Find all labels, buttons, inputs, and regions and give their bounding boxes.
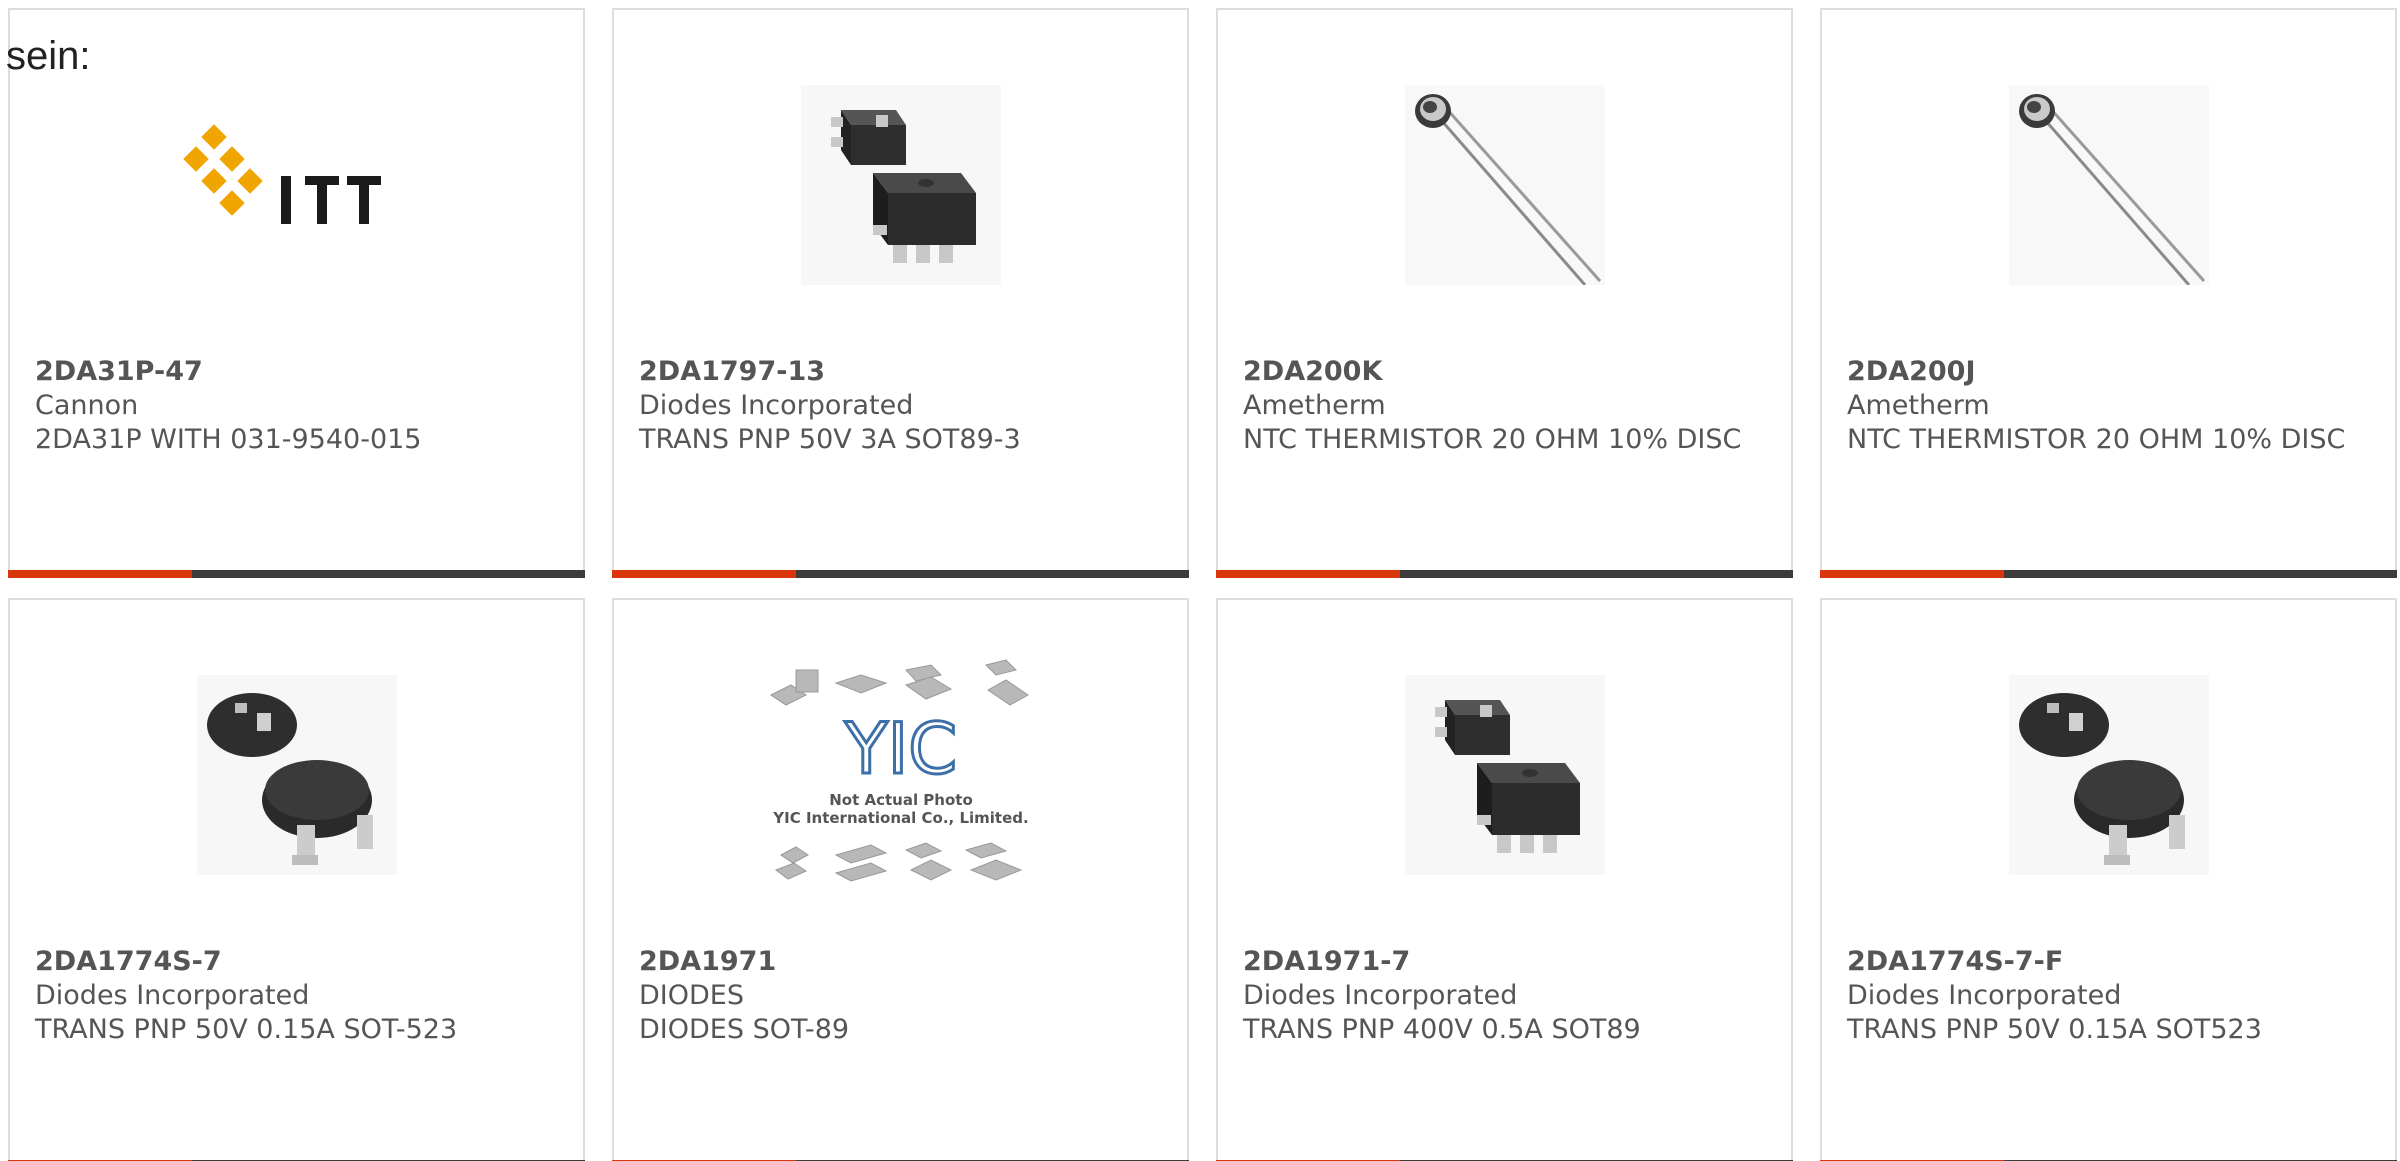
product-card[interactable]: 2DA1797-13 Diodes Incorporated TRANS PNP… [612,8,1189,578]
product-grid: 2DA31P-47 Cannon 2DA31P WITH 031-9540-01… [0,0,2400,1161]
product-image-itt-logo [10,75,583,295]
product-manufacturer: DIODES [639,980,744,1011]
product-description: TRANS PNP 400V 0.5A SOT89 [1243,1014,1641,1045]
product-manufacturer: Diodes Incorporated [35,980,310,1011]
product-card[interactable]: 2DA31P-47 Cannon 2DA31P WITH 031-9540-01… [8,8,585,578]
page-prefix-text: sein: [6,34,91,78]
sot523-package-icon [196,675,397,875]
product-image-sot523 [1822,665,2395,885]
thermistor-icon [2008,85,2209,285]
product-description: TRANS PNP 50V 0.15A SOT-523 [35,1014,458,1045]
product-info: 2DA200K Ametherm NTC THERMISTOR 20 OHM 1… [1243,355,1771,457]
product-description: NTC THERMISTOR 20 OHM 10% DISC [1243,424,1742,455]
product-description: TRANS PNP 50V 0.15A SOT523 [1847,1014,2262,1045]
card-accent-bar [8,570,585,578]
product-info: 2DA1971-7 Diodes Incorporated TRANS PNP … [1243,945,1771,1047]
product-info: 2DA1971 DIODES DIODES SOT-89 [639,945,1167,1047]
placeholder-line-2: YIC International Co., Limited. [772,809,1028,827]
product-description: DIODES SOT-89 [639,1014,850,1045]
product-manufacturer: Cannon [35,390,139,421]
product-info: 2DA1774S-7 Diodes Incorporated TRANS PNP… [35,945,563,1047]
product-image-thermistor [1218,75,1791,295]
product-card[interactable]: 2DA200J Ametherm NTC THERMISTOR 20 OHM 1… [1820,8,2397,578]
card-accent-bar [612,570,1189,578]
product-info: 2DA1774S-7-F Diodes Incorporated TRANS P… [1847,945,2375,1047]
itt-logo-icon [182,124,381,224]
product-info: 2DA1797-13 Diodes Incorporated TRANS PNP… [639,355,1167,457]
product-part-number[interactable]: 2DA200J [1847,355,2375,389]
product-part-number[interactable]: 2DA1774S-7 [35,945,563,979]
product-manufacturer: Diodes Incorporated [1847,980,2122,1011]
card-accent-bar [1216,570,1793,578]
product-part-number[interactable]: 2DA1774S-7-F [1847,945,2375,979]
product-card[interactable]: 2DA1774S-7 Diodes Incorporated TRANS PNP… [8,598,585,1161]
sot89-package-icon [1404,675,1605,875]
product-card[interactable]: YIC Not Actual Photo YIC International C… [612,598,1189,1161]
product-card[interactable]: 2DA200K Ametherm NTC THERMISTOR 20 OHM 1… [1216,8,1793,578]
product-part-number[interactable]: 2DA1971 [639,945,1167,979]
product-part-number[interactable]: 2DA1971-7 [1243,945,1771,979]
product-manufacturer: Diodes Incorporated [1243,980,1518,1011]
product-card[interactable]: 2DA1971-7 Diodes Incorporated TRANS PNP … [1216,598,1793,1161]
sot523-package-icon [2008,675,2209,875]
product-manufacturer: Ametherm [1847,390,1990,421]
product-part-number[interactable]: 2DA200K [1243,355,1771,389]
yic-logo-text: YIC [843,708,956,790]
sot89-package-icon [800,85,1001,285]
placeholder-line-1: Not Actual Photo [829,791,973,809]
thermistor-icon [1404,85,1605,285]
product-card[interactable]: 2DA1774S-7-F Diodes Incorporated TRANS P… [1820,598,2397,1161]
product-part-number[interactable]: 2DA31P-47 [35,355,563,389]
product-manufacturer: Diodes Incorporated [639,390,914,421]
product-image-sot89 [1218,665,1791,885]
product-image-placeholder: YIC Not Actual Photo YIC International C… [614,659,1187,885]
product-image-thermistor [1822,75,2395,295]
not-actual-photo-placeholder-icon: YIC Not Actual Photo YIC International C… [769,659,1029,882]
product-manufacturer: Ametherm [1243,390,1386,421]
product-part-number[interactable]: 2DA1797-13 [639,355,1167,389]
product-info: 2DA31P-47 Cannon 2DA31P WITH 031-9540-01… [35,355,563,457]
product-image-sot523 [10,665,583,885]
product-info: 2DA200J Ametherm NTC THERMISTOR 20 OHM 1… [1847,355,2375,457]
product-description: NTC THERMISTOR 20 OHM 10% DISC [1847,424,2346,455]
product-description: 2DA31P WITH 031-9540-015 [35,424,422,455]
product-description: TRANS PNP 50V 3A SOT89-3 [639,424,1021,455]
product-image-sot89 [614,75,1187,295]
card-accent-bar [1820,570,2397,578]
